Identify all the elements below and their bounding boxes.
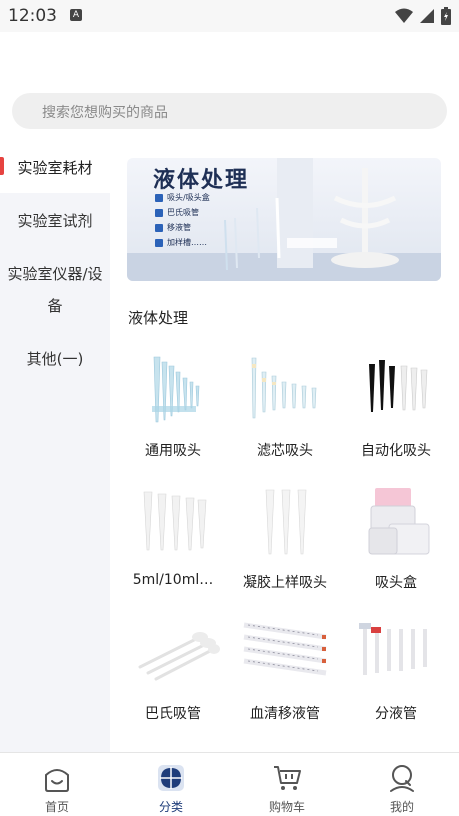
product-label: 吸头盒 (375, 575, 417, 591)
banner-feature: 加样槽…… (155, 235, 210, 250)
category-icon (158, 765, 184, 791)
check-icon (155, 208, 163, 217)
tab-cart[interactable]: 购物车 (230, 753, 344, 816)
profile-icon (390, 765, 414, 792)
tab-label: 购物车 (268, 800, 305, 814)
check-icon (155, 193, 163, 202)
tab-profile[interactable]: 我的 (345, 753, 459, 816)
tab-label: 我的 (389, 800, 414, 814)
sidebar-item-consumables[interactable]: 实验室耗材 (0, 143, 110, 193)
automation-tips-icon (369, 360, 428, 412)
check-icon (155, 223, 163, 232)
gel-loading-tips-icon (265, 489, 307, 555)
home-icon (45, 769, 69, 792)
search-input[interactable]: 搜索您想购买的商品 (42, 102, 168, 122)
status-bar: 12:03 A (0, 0, 459, 32)
large-tips-icon (143, 491, 207, 551)
tab-category[interactable]: 分类 (114, 753, 228, 816)
pasteur-pipette-icon (138, 632, 220, 681)
product-label: 巴氏吸管 (145, 706, 201, 722)
search-bar[interactable]: 搜索您想购买的商品 (12, 93, 447, 129)
product-label: 通用吸头 (145, 443, 201, 459)
pipette-tips-icon (152, 356, 200, 423)
category-banner[interactable]: 液体处理 吸头/吸头盒 巴氏吸管 移液管 加样槽…… (127, 158, 441, 281)
tip-box-icon (368, 488, 430, 555)
product-label: 凝胶上样吸头 (243, 575, 327, 591)
product-label: 5ml/10ml… (132, 572, 214, 588)
tab-home[interactable]: 首页 (0, 753, 114, 816)
sidebar-item-instruments[interactable]: 实验室仪器/设备 (0, 258, 110, 322)
banner-feature: 吸头/吸头盒 (155, 190, 210, 205)
tab-label: 分类 (158, 800, 183, 814)
banner-feature: 移液管 (155, 220, 210, 235)
bottom-tab-bar: 首页 分类 购物车 我的 (0, 752, 459, 816)
header (0, 32, 459, 90)
banner-feature-list: 吸头/吸头盒 巴氏吸管 移液管 加样槽…… (155, 190, 210, 250)
serological-pipette-icon (243, 622, 327, 676)
product-label: 血清移液管 (250, 706, 320, 722)
category-sidebar: 实验室耗材 实验室试剂 实验室仪器/设备 其他(一) (0, 143, 110, 752)
battery-icon (441, 7, 451, 25)
check-icon (155, 238, 163, 247)
system-icons (395, 7, 451, 25)
sidebar-item-reagents[interactable]: 实验室试剂 (0, 205, 110, 237)
product-label: 分液管 (375, 706, 417, 722)
product-label: 滤芯吸头 (257, 443, 313, 459)
dispenser-tube-icon (359, 623, 427, 675)
wifi-icon (395, 8, 413, 23)
filter-tips-icon (251, 357, 317, 419)
active-category-indicator (0, 157, 4, 175)
notification-icon: A (70, 9, 82, 21)
section-title: 液体处理 (128, 309, 189, 327)
status-time: 12:03 (8, 6, 57, 26)
cart-icon (274, 766, 301, 790)
signal-icon (420, 9, 434, 23)
banner-feature: 巴氏吸管 (155, 205, 210, 220)
sidebar-item-other[interactable]: 其他(一) (0, 343, 110, 375)
product-label: 自动化吸头 (361, 443, 431, 459)
tab-label: 首页 (44, 800, 69, 814)
